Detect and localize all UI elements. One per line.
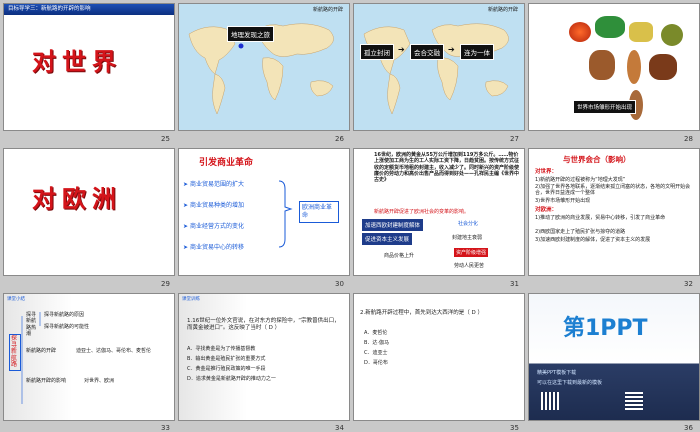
list-item: 3)加速西欧封建制度的解体，促进了资本主义的发展 <box>535 237 651 243</box>
option-b: B．达·伽马 <box>364 340 390 346</box>
brand-logo: 第1PPT <box>563 316 648 341</box>
produce-image <box>649 54 677 80</box>
note-text: 新航路开辟促进了欧洲社会的变革的影响。 <box>374 209 470 215</box>
slide-banner: 目标导学三：新航路的开辟的影响 <box>4 4 174 15</box>
produce-image <box>627 50 641 84</box>
question-text: 1.16世纪一位外文官说，在对东方的探险中，“宗教曾供出口，而黄金被进口”。这反… <box>187 318 340 331</box>
mindmap-leaf: 探寻新航路的可能性 <box>44 324 90 330</box>
map-title: 新航路的开辟 <box>487 7 518 13</box>
side-label: 社会分化 <box>458 221 479 227</box>
slide-title: 与世界会合（影响） <box>563 155 631 164</box>
mindmap-node: 新航路的开辟 <box>26 348 57 354</box>
quote-text: 16世纪，欧洲的黄金从55万公斤增加到119万多公斤。……物价上涨使加工商为生的… <box>374 152 520 183</box>
produce-image <box>595 16 625 38</box>
slide-thumbnail-29[interactable]: 对欧洲 <box>3 148 175 276</box>
bottom-label: 商品价格上升 <box>384 253 415 259</box>
option-a: A．麦哲伦 <box>364 330 388 336</box>
list-item: 3)世界市场雏形开始出现 <box>535 198 591 204</box>
brand-tagline: 精美PPT模板下载 <box>537 370 577 376</box>
slide-thumbnail-33[interactable]: 课堂小结 探寻新航路 探寻新航路热潮 探寻新航路的原因 探寻新航路的可能性 新航… <box>3 293 175 421</box>
map-label-2: 会合交融 <box>410 44 444 60</box>
slide-thumbnail-31[interactable]: 16世纪，欧洲的黄金从55万公斤增加到119万多公斤。……物价上涨使加工商为生的… <box>353 148 525 276</box>
slide-number: 31 <box>510 280 519 288</box>
mindmap-leaf: 对世界、欧洲 <box>84 378 115 384</box>
corner-tag: 课堂训练 <box>182 297 200 302</box>
option-c: C．迪亚士 <box>364 350 388 356</box>
slide-number: 27 <box>510 135 519 143</box>
world-map: 新航路的开辟 地理发现之旅 <box>179 4 349 130</box>
list-item: 2)西欧国家走上了殖民扩张与掠夺的道路 <box>535 229 626 235</box>
caption-box: 世界市场雏形开始出现 <box>573 100 637 114</box>
slide-heading: 对欧洲 <box>32 184 122 213</box>
produce-image <box>661 24 683 46</box>
qr-code-icon <box>541 392 559 410</box>
side-label: 封建地主衰弱 <box>452 235 483 241</box>
produce-image <box>569 22 591 42</box>
section-heading: 对欧洲： <box>535 207 558 213</box>
slide-thumbnail-28[interactable]: 世界市场雏形开始出现 <box>528 3 700 131</box>
option-d: D．哥伦布 <box>364 360 388 366</box>
arrow-icon: ➔ <box>398 45 405 54</box>
slide-number: 32 <box>684 280 693 288</box>
list-item: 1)新航路开辟的过程被称为“地理大发现” <box>535 177 626 183</box>
option-c: C．黄金是推行殖民政策的唯一手段 <box>187 366 266 372</box>
slide-number: 26 <box>335 135 344 143</box>
world-map: 新航路的开辟 孤立封闭 ➔ 会合交融 ➔ 连为一体 <box>354 4 524 130</box>
section-heading: 对世界： <box>535 169 558 175</box>
list-item: 2)加强了世界各地联系，逐渐结束孤立闭塞的状态，各地的文明开始会合，世界日益连成… <box>535 184 691 197</box>
slide-number: 25 <box>161 135 170 143</box>
mindmap-node: 新航路开辟的影响 <box>26 378 67 384</box>
effect-box: 加速西欧封建制度解体 <box>362 219 424 231</box>
slide-heading: 对世界 <box>32 47 122 76</box>
slide-number: 28 <box>684 135 693 143</box>
map-label-1: 孤立封闭 <box>360 44 394 60</box>
effect-box: 促进资本主义发展 <box>362 233 413 245</box>
mindmap-leaf: 探寻新航路的原因 <box>44 312 85 318</box>
map-title: 新航路的开辟 <box>312 7 343 13</box>
side-label: 资产阶级增强 <box>454 248 489 257</box>
produce-image <box>589 50 615 80</box>
bottom-label: 劳动人民更苦 <box>454 263 485 269</box>
mindmap-leaf: 迪亚士、达伽马、哥伦布、麦哲伦 <box>76 348 152 354</box>
map-label: 地理发现之旅 <box>227 26 274 42</box>
slide-number: 30 <box>335 280 344 288</box>
slide-thumbnail-35[interactable]: 2.新航路开辟过程中，首先到达大西洋的是（ D ） A．麦哲伦 B．达·伽马 C… <box>353 293 525 421</box>
slide-thumbnail-34[interactable]: 课堂训练 1.16世纪一位外文官说，在对东方的探险中，“宗教曾供出口，而黄金被进… <box>178 293 350 421</box>
option-d: D．追求黄金是新航路开辟的推动力之一 <box>187 376 276 382</box>
map-label-3: 连为一体 <box>460 44 494 60</box>
slide-thumbnail-25[interactable]: 目标导学三：新航路的开辟的影响 对世界 <box>3 3 175 131</box>
slide-thumbnail-26[interactable]: 新航路的开辟 地理发现之旅 <box>178 3 350 131</box>
slide-thumbnail-30[interactable]: 引发商业革命 ➤ 商业贸易范围的扩大 ➤ 商业贸易种类的增加 ➤ 商业经营方式的… <box>178 148 350 276</box>
option-a: A．寻找黄金是为了传播基督教 <box>187 346 256 352</box>
arrow-icon: ➔ <box>448 45 455 54</box>
question-text: 2.新航路开辟过程中，首先到达大西洋的是（ D ） <box>360 310 483 316</box>
result-box: 欧洲商业革命 <box>299 201 339 223</box>
brand-tagline: 可以在这里下载到最新的模板 <box>537 380 603 386</box>
mindmap-node: 探寻新航路热潮 <box>26 312 37 337</box>
produce-image <box>629 22 653 42</box>
option-b: B．输出黄金是殖民扩张的重要方式 <box>187 356 266 362</box>
list-item: 1)推动了欧洲的商业发展，贸易中心转移，引发了商业革命 <box>535 215 666 221</box>
slide-thumbnail-32[interactable]: 与世界会合（影响） 对世界： 1)新航路开辟的过程被称为“地理大发现” 2)加强… <box>528 148 700 276</box>
slide-number: 29 <box>161 280 170 288</box>
slide-thumbnail-27[interactable]: 新航路的开辟 孤立封闭 ➔ 会合交融 ➔ 连为一体 <box>353 3 525 131</box>
slide-thumbnail-36[interactable]: 第1PPT 精美PPT模板下载 可以在这里下载到最新的模板 <box>528 293 700 421</box>
qr-code-icon <box>625 392 643 410</box>
